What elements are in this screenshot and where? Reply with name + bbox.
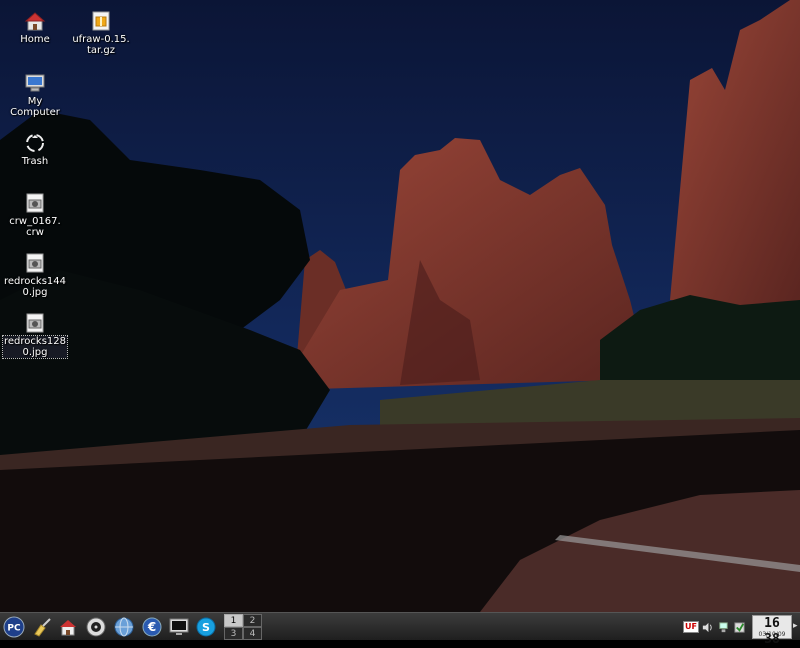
terminal-monitor-icon [169, 618, 189, 635]
wallpaper-garden-of-gods-photo [0, 0, 800, 612]
desktop-icon-crw-0167[interactable]: crw_0167. crw [2, 184, 68, 238]
web-browser-launcher[interactable] [112, 615, 136, 639]
desktop-icon-label: My Computer [10, 96, 60, 118]
update-notifier-icon [733, 621, 745, 633]
workspace-4[interactable]: 4 [243, 627, 262, 640]
desktop-icon-label: Trash [21, 156, 49, 167]
workspace-3[interactable]: 3 [224, 627, 243, 640]
desktop-icon-label: Home [20, 34, 50, 45]
desktop[interactable]: Home ufraw-0.15. tar.gz My Computer Tras… [0, 0, 800, 612]
home-folder-icon [24, 12, 46, 31]
computer-icon [25, 74, 45, 92]
image-file-icon [26, 253, 44, 273]
desktop-icon-label: ufraw-0.15. tar.gz [72, 34, 130, 56]
clock[interactable]: 16 38 03/10/09 [752, 615, 792, 647]
media-player-launcher[interactable] [84, 615, 108, 639]
web-browser-globe-icon [114, 617, 134, 637]
keyboard-layout-indicator[interactable]: UF [683, 620, 699, 634]
media-player-icon [86, 617, 106, 637]
archive-file-icon [92, 11, 110, 31]
cleanup-launcher[interactable] [30, 615, 54, 639]
cleanup-broom-icon [34, 618, 51, 637]
system-tray: UF [683, 617, 746, 637]
workspace-pager: 1 2 3 4 [224, 614, 262, 640]
svg-text:€: € [147, 620, 156, 634]
image-file-icon [26, 193, 44, 213]
skype-launcher[interactable]: S [194, 615, 218, 639]
desktop-icon-ufraw-archive[interactable]: ufraw-0.15. tar.gz [68, 2, 134, 56]
network-tray-button[interactable] [716, 620, 730, 634]
taskbar-expand-arrow-icon[interactable]: ▸ [793, 621, 800, 633]
svg-text:S: S [202, 621, 210, 634]
home-folder-icon [60, 620, 76, 636]
start-menu-pc-icon: PC [3, 616, 25, 638]
desktop-icon-label: crw_0167. crw [9, 216, 61, 238]
image-file-icon [26, 313, 44, 333]
taskbar: PC € S 1 2 3 4 UF 16 38 03/10/09 ▸ [0, 612, 800, 647]
skype-icon: S [196, 617, 216, 637]
desktop-icon-label: redrocks144 0.jpg [4, 276, 66, 298]
svg-text:PC: PC [7, 624, 21, 634]
clock-date: 03/10/09 [758, 631, 786, 638]
home-folder-launcher[interactable] [56, 615, 80, 639]
desktop-icon-redrocks1280[interactable]: redrocks128 0.jpg [2, 304, 68, 359]
network-status-icon [718, 621, 728, 632]
speaker-volume-icon [702, 622, 712, 632]
desktop-icon-label: redrocks128 0.jpg [2, 335, 68, 359]
volume-tray-button[interactable] [700, 620, 714, 634]
terminal-launcher[interactable] [167, 615, 191, 639]
desktop-icon-my-computer[interactable]: My Computer [2, 64, 68, 118]
start-menu-button[interactable]: PC [2, 615, 26, 639]
finance-launcher[interactable]: € [140, 615, 164, 639]
updates-tray-button[interactable] [732, 620, 746, 634]
euro-currency-icon: € [142, 617, 162, 637]
trash-icon [26, 134, 44, 152]
desktop-icon-home[interactable]: Home [2, 2, 68, 45]
desktop-icon-redrocks1440[interactable]: redrocks144 0.jpg [2, 244, 68, 298]
keyboard-layout-label: UF [683, 621, 699, 633]
workspace-2[interactable]: 2 [243, 614, 262, 627]
desktop-icon-trash[interactable]: Trash [2, 124, 68, 167]
workspace-1[interactable]: 1 [224, 614, 243, 627]
